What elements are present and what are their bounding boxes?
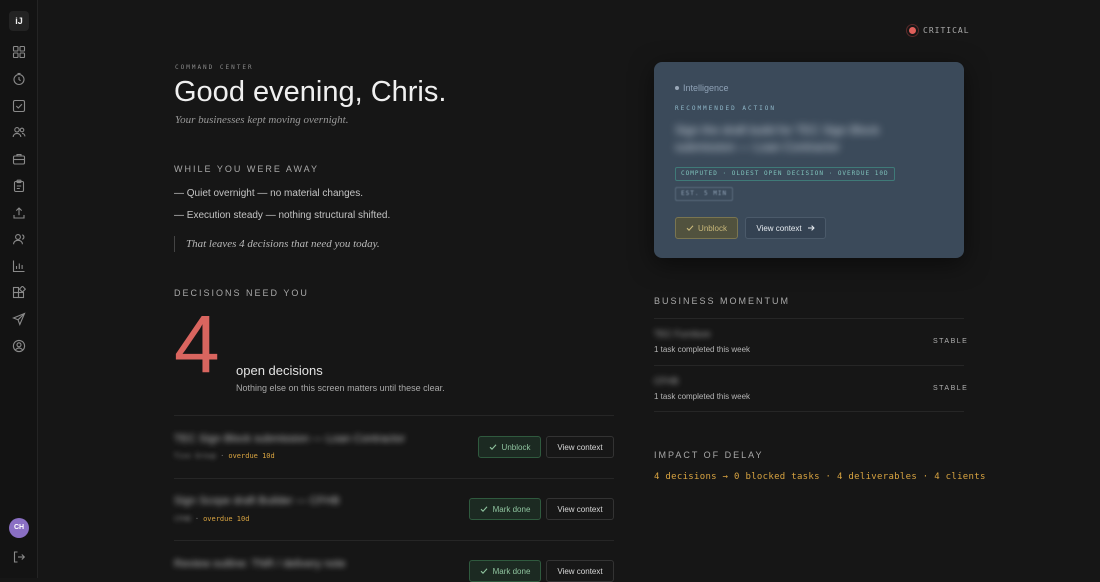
page-subtitle: Your businesses kept moving overnight.	[175, 114, 349, 126]
view-context-label: View context	[557, 442, 603, 452]
impact-summary: 4 decisions → 0 blocked tasks · 4 delive…	[654, 472, 986, 482]
apps-icon[interactable]	[12, 286, 26, 300]
divider	[654, 365, 964, 366]
business-name: CFHB	[654, 376, 679, 386]
view-context-button[interactable]: View context	[546, 436, 614, 458]
send-icon[interactable]	[12, 312, 26, 326]
unblock-button-label: Unblock	[698, 223, 727, 233]
divider	[174, 478, 614, 479]
intelligence-label-text: Intelligence	[683, 83, 729, 93]
divider	[654, 318, 964, 319]
mark-done-button[interactable]: Mark done	[469, 498, 541, 520]
sidebar: iJ CH	[0, 0, 38, 578]
decision-title[interactable]: TEC Sign Block submission — Loan Contrac…	[174, 433, 405, 445]
contacts-icon[interactable]	[12, 232, 26, 246]
people-icon[interactable]	[12, 125, 26, 139]
check-icon	[489, 444, 496, 450]
view-context-label: View context	[756, 223, 802, 233]
bar-chart-icon[interactable]	[12, 259, 26, 273]
check-icon	[686, 225, 694, 231]
clipboard-icon[interactable]	[12, 179, 26, 193]
unblock-button[interactable]: Unblock	[675, 217, 738, 239]
overdue-badge: overdue 10d	[203, 515, 250, 523]
decision-title[interactable]: Review outline: TNR / delivery note	[174, 558, 346, 570]
away-item: — Execution steady — nothing structural …	[174, 210, 391, 221]
view-context-label: View context	[557, 504, 603, 514]
checkbox-icon[interactable]	[12, 99, 26, 113]
sign-out-icon[interactable]	[12, 550, 26, 564]
check-icon	[480, 506, 488, 512]
upload-icon[interactable]	[12, 206, 26, 220]
momentum-section-label: BUSINESS MOMENTUM	[654, 296, 791, 306]
decision-meta: Tixo Group · overdue 10d	[174, 452, 275, 460]
avatar[interactable]: CH	[9, 518, 29, 538]
page-title: Good evening, Chris.	[174, 76, 447, 108]
divider	[654, 411, 964, 412]
estimate-chip: EST. 5 MIN	[675, 187, 734, 201]
check-icon	[480, 568, 488, 574]
recommended-action-label: RECOMMENDED ACTION	[675, 105, 777, 112]
unblock-button-label: Unblock	[501, 442, 531, 452]
away-item: — Quiet overnight — no material changes.	[174, 188, 363, 199]
view-context-button[interactable]: View context	[546, 498, 614, 520]
divider	[174, 540, 614, 541]
decision-client: CFHB	[174, 515, 191, 523]
away-summary: That leaves 4 decisions that need you to…	[174, 236, 380, 252]
away-section-label: WHILE YOU WERE AWAY	[174, 164, 320, 174]
impact-section-label: IMPACT OF DELAY	[654, 450, 764, 460]
app-logo[interactable]: iJ	[9, 11, 29, 31]
view-context-label: View context	[557, 566, 603, 576]
view-context-button[interactable]: View context	[546, 560, 614, 582]
intelligence-card: Intelligence RECOMMENDED ACTION Sign the…	[654, 62, 964, 258]
grid-icon[interactable]	[12, 45, 26, 59]
decision-meta: CFHB · overdue 10d	[174, 515, 249, 523]
business-activity: 1 task completed this week	[654, 392, 751, 401]
computed-chip: COMPUTED · OLDEST OPEN DECISION · OVERDU…	[675, 167, 895, 181]
briefcase-icon[interactable]	[12, 152, 26, 166]
unblock-button[interactable]: Unblock	[478, 436, 541, 458]
overdue-badge: overdue 10d	[228, 452, 275, 460]
decision-title[interactable]: Sign Scope draft Builder — CFHB	[174, 495, 340, 507]
intelligence-dot-icon	[675, 86, 679, 90]
business-name: TEC Furniture	[654, 329, 711, 339]
status-label: CRITICAL	[923, 25, 970, 35]
decisions-section-label: DECISIONS NEED YOU	[174, 288, 309, 298]
user-circle-icon[interactable]	[12, 339, 26, 353]
mark-done-button-label: Mark done	[492, 504, 531, 514]
mark-done-button[interactable]: Mark done	[469, 560, 541, 582]
meta-separator: ·	[220, 452, 225, 460]
mark-done-button-label: Mark done	[492, 566, 531, 576]
status-dot-icon	[906, 23, 919, 37]
view-context-button[interactable]: View context	[745, 217, 826, 239]
decision-count-label: open decisions	[236, 363, 323, 378]
clock-icon[interactable]	[12, 72, 26, 86]
critical-status: CRITICAL	[906, 23, 970, 37]
business-activity: 1 task completed this week	[654, 345, 751, 354]
decision-count: 4	[174, 299, 220, 390]
eyebrow-label: COMMAND CENTER	[175, 64, 254, 71]
divider	[174, 415, 614, 416]
decision-count-subtitle: Nothing else on this screen matters unti…	[236, 383, 445, 393]
decision-client: Tixo Group	[174, 452, 217, 460]
recommended-action-title: Sign the draft build for TEC Sign Block …	[675, 123, 880, 154]
status-badge: STABLE	[933, 385, 969, 392]
arrow-right-icon	[807, 225, 815, 231]
meta-separator: ·	[194, 515, 200, 523]
intelligence-label: Intelligence	[675, 83, 729, 93]
status-badge: STABLE	[933, 338, 969, 345]
